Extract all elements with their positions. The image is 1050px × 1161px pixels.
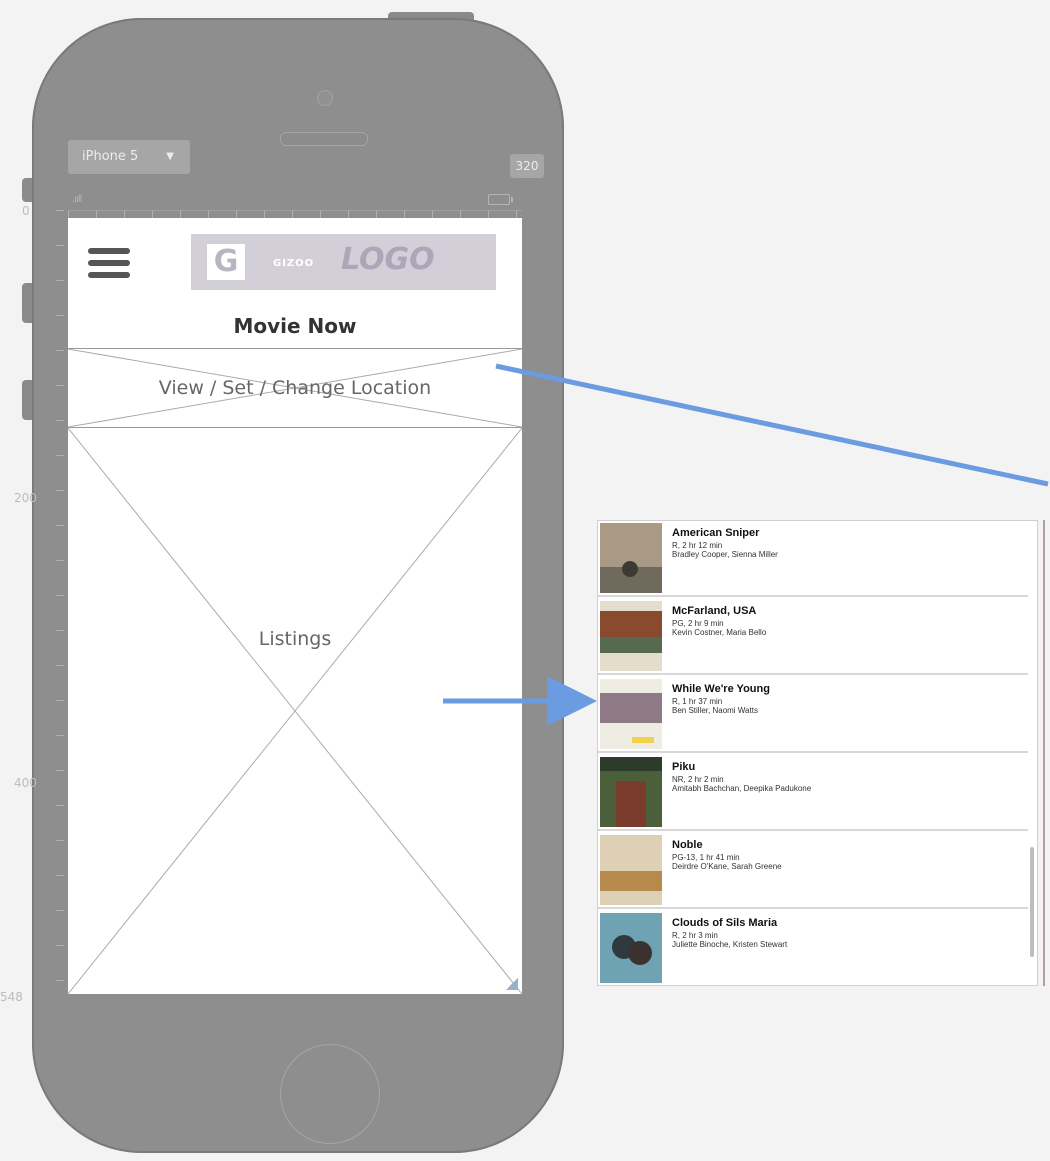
movie-cast: Amitabh Bachchan, Deepika Padukone (672, 784, 812, 793)
movie-title: Noble (672, 839, 703, 851)
movie-meta: PG, 2 hr 9 min (672, 619, 724, 628)
list-item[interactable]: Piku NR, 2 hr 2 min Amitabh Bachchan, De… (598, 755, 1028, 831)
movie-title: McFarland, USA (672, 605, 757, 617)
poster-image (600, 913, 662, 983)
poster-image (600, 523, 662, 593)
movie-meta: NR, 2 hr 2 min (672, 775, 724, 784)
movie-title: While We're Young (672, 683, 770, 695)
list-item[interactable]: While We're Young R, 1 hr 37 min Ben Sti… (598, 677, 1028, 753)
movie-cast: Ben Stiller, Naomi Watts (672, 706, 758, 715)
movie-title: Piku (672, 761, 696, 773)
poster-image (600, 835, 662, 905)
movie-cast: Deirdre O'Kane, Sarah Greene (672, 862, 782, 871)
movie-meta: R, 2 hr 12 min (672, 541, 723, 550)
movie-title: American Sniper (672, 527, 760, 539)
list-item[interactable]: Noble PG-13, 1 hr 41 min Deirdre O'Kane,… (598, 833, 1028, 909)
poster-image (600, 679, 662, 749)
movie-meta: R, 2 hr 3 min (672, 931, 718, 940)
movie-cast: Juliette Binoche, Kristen Stewart (672, 940, 788, 949)
list-item[interactable]: McFarland, USA PG, 2 hr 9 min Kevin Cost… (598, 599, 1028, 675)
movie-cast: Bradley Cooper, Sienna Miller (672, 550, 778, 559)
movie-meta: R, 1 hr 37 min (672, 697, 723, 706)
panel-edge (1043, 520, 1045, 986)
movie-title: Clouds of Sils Maria (672, 917, 778, 929)
movie-cast: Kevin Costner, Maria Bello (672, 628, 767, 637)
list-item[interactable]: Clouds of Sils Maria R, 2 hr 3 min Julie… (598, 911, 1028, 985)
scrollbar-thumb[interactable] (1030, 847, 1034, 957)
movie-meta: PG-13, 1 hr 41 min (672, 853, 740, 862)
poster-image (600, 757, 662, 827)
listings-panel: American Sniper R, 2 hr 12 min Bradley C… (597, 520, 1038, 986)
list-item[interactable]: American Sniper R, 2 hr 12 min Bradley C… (598, 521, 1028, 597)
location-arrow (495, 363, 1049, 487)
poster-image (600, 601, 662, 671)
